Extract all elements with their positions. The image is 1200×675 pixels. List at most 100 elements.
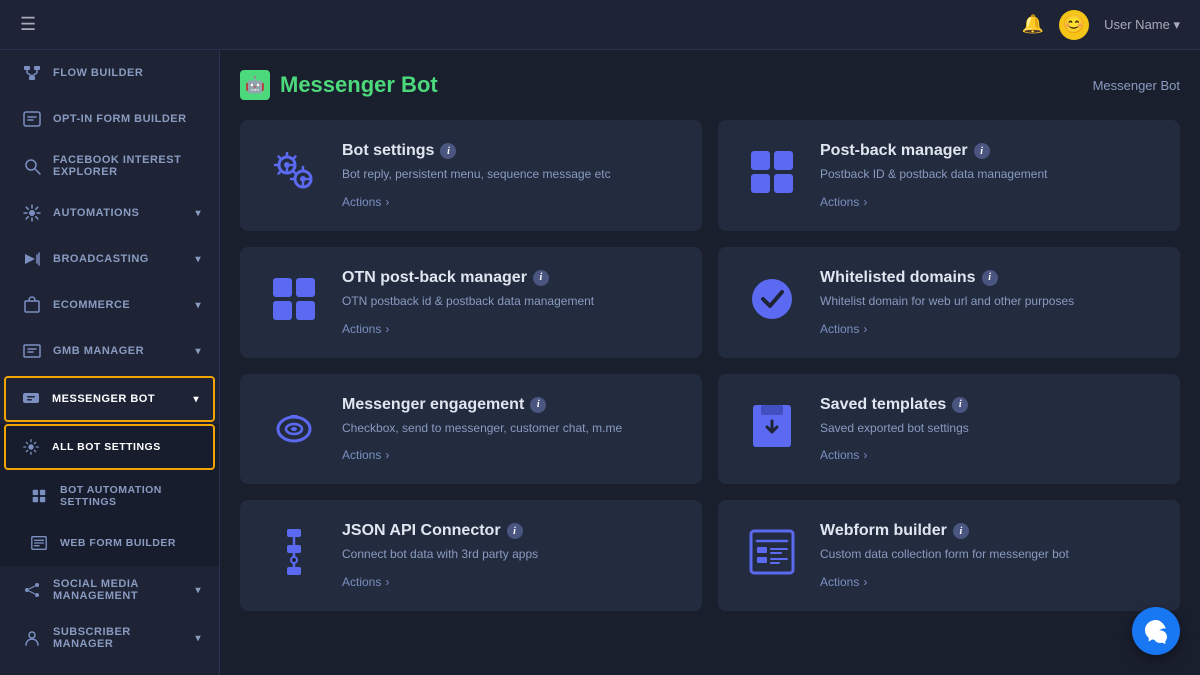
page-title: 🤖 Messenger Bot	[240, 70, 438, 100]
saved-templates-desc: Saved exported bot settings	[820, 420, 1156, 437]
page-header: 🤖 Messenger Bot Messenger Bot	[240, 70, 1180, 100]
sidebar-item-automations[interactable]: Automations ▾	[0, 190, 219, 236]
sidebar-item-broadcasting[interactable]: Broadcasting ▾	[0, 236, 219, 282]
post-back-manager-content: Post-back manager i Postback ID & postba…	[820, 142, 1156, 209]
whitelisted-domains-title: Whitelisted domains i	[820, 269, 1156, 287]
page-bot-icon: 🤖	[240, 70, 270, 100]
opt-in-label: Opt-in Form Builder	[53, 113, 187, 125]
nav-left: ☰	[20, 14, 36, 35]
sidebar-item-flow-builder[interactable]: Flow Builder	[0, 50, 219, 96]
bot-settings-icon	[264, 142, 324, 202]
card-webform-builder[interactable]: Webform builder i Custom data collection…	[718, 500, 1180, 611]
gmb-label: GMB Manager	[53, 345, 144, 357]
messenger-bot-label: Messenger Bot	[52, 393, 155, 405]
sidebar-item-opt-in[interactable]: Opt-in Form Builder	[0, 96, 219, 142]
otn-post-back-action[interactable]: Actions ›	[342, 322, 678, 336]
info-icon-8: i	[953, 523, 969, 539]
webform-builder-action[interactable]: Actions ›	[820, 575, 1156, 589]
subscriber-manager-label: Subscriber Manager	[53, 626, 185, 650]
messenger-engagement-title: Messenger engagement i	[342, 396, 678, 414]
opt-in-icon	[21, 108, 43, 130]
card-whitelisted-domains[interactable]: Whitelisted domains i Whitelist domain f…	[718, 247, 1180, 358]
broadcasting-icon	[21, 248, 43, 270]
web-form-icon	[28, 532, 50, 554]
bot-settings-content: Bot settings i Bot reply, persistent men…	[342, 142, 678, 209]
json-api-connector-icon	[264, 522, 324, 582]
bot-settings-title: Bot settings i	[342, 142, 678, 160]
card-bot-settings[interactable]: Bot settings i Bot reply, persistent men…	[240, 120, 702, 231]
webform-builder-desc: Custom data collection form for messenge…	[820, 546, 1156, 563]
bot-settings-action[interactable]: Actions ›	[342, 195, 678, 209]
saved-templates-icon	[742, 396, 802, 456]
card-otn-post-back[interactable]: OTN post-back manager i OTN postback id …	[240, 247, 702, 358]
info-icon-6: i	[952, 397, 968, 413]
webform-builder-title: Webform builder i	[820, 522, 1156, 540]
fb-interest-label: Facebook Interest Explorer	[53, 154, 201, 178]
messenger-bot-chevron: ▾	[193, 394, 199, 405]
body-wrap: Flow Builder Opt-in Form Builder Faceboo…	[0, 50, 1200, 675]
card-post-back-manager[interactable]: Post-back manager i Postback ID & postba…	[718, 120, 1180, 231]
post-back-manager-icon	[742, 142, 802, 202]
whitelisted-domains-icon	[742, 269, 802, 329]
info-icon-2: i	[974, 143, 990, 159]
gmb-chevron: ▾	[195, 346, 201, 357]
json-api-connector-desc: Connect bot data with 3rd party apps	[342, 546, 678, 563]
sidebar-item-gmb[interactable]: GMB Manager ▾	[0, 328, 219, 374]
sidebar-item-ecommerce[interactable]: Ecommerce ▾	[0, 282, 219, 328]
hamburger-icon[interactable]: ☰	[20, 14, 36, 35]
whitelisted-domains-action[interactable]: Actions ›	[820, 322, 1156, 336]
messenger-bot-icon	[20, 388, 42, 410]
ecommerce-chevron: ▾	[195, 300, 201, 311]
otn-post-back-content: OTN post-back manager i OTN postback id …	[342, 269, 678, 336]
main-content: 🤖 Messenger Bot Messenger Bot	[220, 50, 1200, 675]
avatar: 😊	[1059, 10, 1089, 40]
social-media-label: Social Media Management	[53, 578, 185, 602]
sidebar-item-web-form-builder[interactable]: Web Form Builder	[0, 520, 219, 566]
post-back-manager-desc: Postback ID & postback data management	[820, 166, 1156, 183]
sidebar-item-social-media[interactable]: Social Media Management ▾	[0, 566, 219, 614]
messenger-engagement-icon	[264, 396, 324, 456]
sidebar-item-fb-interest[interactable]: Facebook Interest Explorer	[0, 142, 219, 190]
cards-grid: Bot settings i Bot reply, persistent men…	[240, 120, 1180, 611]
webform-builder-icon	[742, 522, 802, 582]
ecommerce-label: Ecommerce	[53, 299, 130, 311]
nav-right: 🔔 😊 User Name ▾	[1022, 10, 1180, 40]
all-bot-settings-icon	[20, 436, 42, 458]
otn-post-back-title: OTN post-back manager i	[342, 269, 678, 287]
card-saved-templates[interactable]: Saved templates i Saved exported bot set…	[718, 374, 1180, 485]
webform-builder-content: Webform builder i Custom data collection…	[820, 522, 1156, 589]
bot-settings-desc: Bot reply, persistent menu, sequence mes…	[342, 166, 678, 183]
sidebar: Flow Builder Opt-in Form Builder Faceboo…	[0, 50, 220, 675]
saved-templates-title: Saved templates i	[820, 396, 1156, 414]
post-back-manager-title: Post-back manager i	[820, 142, 1156, 160]
top-nav: ☰ 🔔 😊 User Name ▾	[0, 0, 1200, 50]
post-back-manager-action[interactable]: Actions ›	[820, 195, 1156, 209]
card-json-api-connector[interactable]: JSON API Connector i Connect bot data wi…	[240, 500, 702, 611]
user-menu[interactable]: User Name ▾	[1104, 17, 1180, 33]
subscriber-manager-chevron: ▾	[195, 633, 201, 644]
social-media-icon	[21, 579, 43, 601]
sidebar-item-messenger-bot[interactable]: Messenger Bot ▾	[4, 376, 215, 422]
json-api-connector-title: JSON API Connector i	[342, 522, 678, 540]
ecommerce-icon	[21, 294, 43, 316]
whitelisted-domains-content: Whitelisted domains i Whitelist domain f…	[820, 269, 1156, 336]
info-icon-4: i	[982, 270, 998, 286]
sidebar-item-image-editor[interactable]: Image Editor ▾	[0, 662, 219, 675]
whitelisted-domains-desc: Whitelist domain for web url and other p…	[820, 293, 1156, 310]
sidebar-item-all-bot-settings[interactable]: All Bot Settings	[4, 424, 215, 470]
json-api-connector-action[interactable]: Actions ›	[342, 575, 678, 589]
json-api-connector-content: JSON API Connector i Connect bot data wi…	[342, 522, 678, 589]
bell-icon[interactable]: 🔔	[1022, 14, 1044, 35]
otn-post-back-desc: OTN postback id & postback data manageme…	[342, 293, 678, 310]
social-media-chevron: ▾	[195, 585, 201, 596]
messenger-bot-submenu: All Bot Settings Bot Automation Settings…	[0, 424, 219, 566]
sidebar-item-bot-automation[interactable]: Bot Automation Settings	[0, 472, 219, 520]
saved-templates-action[interactable]: Actions ›	[820, 448, 1156, 462]
card-messenger-engagement[interactable]: Messenger engagement i Checkbox, send to…	[240, 374, 702, 485]
messenger-engagement-action[interactable]: Actions ›	[342, 448, 678, 462]
gmb-icon	[21, 340, 43, 362]
subscriber-manager-icon	[21, 627, 43, 649]
automations-chevron: ▾	[195, 208, 201, 219]
sidebar-item-subscriber-manager[interactable]: Subscriber Manager ▾	[0, 614, 219, 662]
messenger-fab[interactable]	[1132, 607, 1180, 655]
